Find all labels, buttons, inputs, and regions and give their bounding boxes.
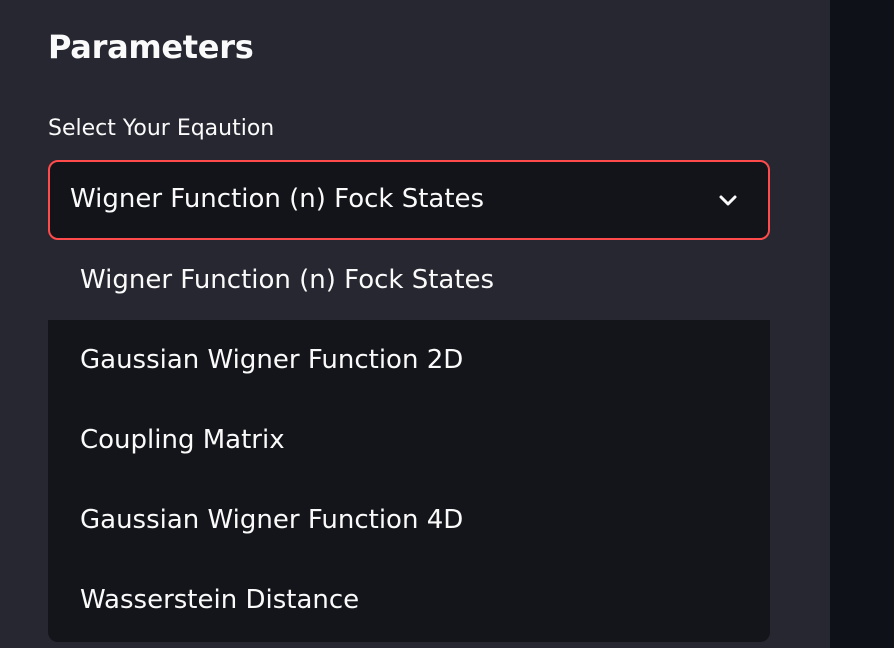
dropdown-menu: Wigner Function (n) Fock States Gaussian…	[48, 240, 770, 642]
select-label: Select Your Eqaution	[48, 116, 275, 141]
sidebar: Parameters Select Your Eqaution Wigner F…	[0, 0, 830, 648]
section-title: Parameters	[48, 28, 254, 66]
dropdown-option[interactable]: Gaussian Wigner Function 2D	[48, 320, 770, 400]
main-content	[830, 0, 894, 648]
selected-value: Wigner Function (n) Fock States	[70, 184, 485, 214]
chevron-down-icon[interactable]	[716, 188, 740, 212]
equation-select[interactable]: Wigner Function (n) Fock States	[48, 160, 770, 240]
dropdown-option[interactable]: Coupling Matrix	[48, 400, 770, 480]
dropdown-option[interactable]: Gaussian Wigner Function 4D	[48, 480, 770, 560]
dropdown-option[interactable]: Wigner Function (n) Fock States	[48, 240, 770, 320]
dropdown-option[interactable]: Wasserstein Distance	[48, 560, 770, 640]
